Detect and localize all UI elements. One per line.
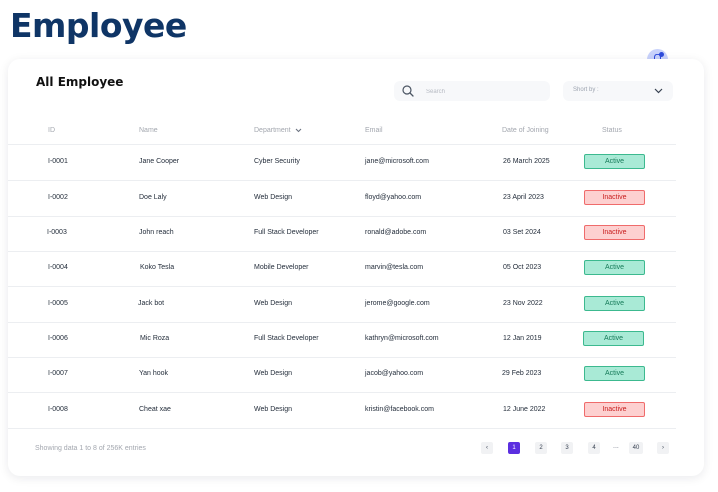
cell-department: Cyber Security [254,158,300,165]
status-badge: Active [584,260,645,275]
cell-name: John reach [139,229,174,236]
cell-id: I-0003 [47,229,67,236]
search-box[interactable] [394,81,550,101]
notification-dot [659,52,664,57]
next-page-button[interactable]: › [657,442,669,454]
cell-name: Jack bot [138,300,165,307]
cell-date: 05 Oct 2023 [503,264,542,271]
cell-email: ronald@adobe.com [365,229,427,236]
status-badge: Inactive [584,402,645,417]
cell-id: I-0002 [48,194,68,201]
page-last-button[interactable]: 40 [629,442,643,454]
table-row[interactable]: I-0001 Jane Cooper Cyber Security jane@m… [8,145,676,181]
cell-date: 29 Feb 2023 [502,370,542,377]
cell-name: Yan hook [139,370,169,377]
cell-id: I-0006 [48,335,68,342]
table-row[interactable]: I-0005 Jack bot Web Design jerome@google… [8,287,676,323]
cell-email: marvin@tesla.com [365,264,424,271]
column-header-date: Date of Joining [502,127,549,134]
sort-label: Short by : [573,87,599,93]
table-row[interactable]: I-0003 John reach Full Stack Developer r… [8,216,676,252]
cell-name: Doe Laly [139,194,167,201]
page-1-button[interactable]: 1 [508,442,520,454]
cell-id: I-0007 [48,370,68,377]
column-header-department[interactable]: Department [254,127,302,134]
column-header-email: Email [365,127,383,134]
cell-department: Full Stack Developer [254,335,319,342]
table-row[interactable]: I-0002 Doe Laly Web Design floyd@yahoo.c… [8,181,676,217]
cell-department: Web Design [254,406,293,413]
card-title: All Employee [36,75,124,89]
cell-date: 26 March 2025 [503,158,550,165]
cell-department: Mobile Developer [254,264,309,271]
page-3-button[interactable]: 3 [561,442,573,454]
page-4-button[interactable]: 4 [588,442,600,454]
status-badge: Inactive [584,225,645,240]
cell-department: Full Stack Developer [254,229,319,236]
cell-date: 03 Set 2024 [503,229,541,236]
status-badge: Active [584,366,645,381]
cell-id: I-0004 [48,264,68,271]
cell-email: jane@microsoft.com [365,158,429,165]
cell-name: Cheat xae [139,406,171,413]
cell-email: floyd@yahoo.com [365,194,422,201]
page-2-button[interactable]: 2 [535,442,547,454]
cell-date: 23 April 2023 [503,194,544,201]
cell-department: Web Design [254,300,293,307]
status-badge: Active [583,331,644,346]
cell-email: jacob@yahoo.com [365,370,424,377]
prev-page-button[interactable]: ‹ [481,442,493,454]
cell-name: Jane Cooper [139,158,180,165]
cell-name: Mic Roza [140,335,170,342]
cell-email: kristin@facebook.com [365,406,434,413]
status-badge: Inactive [584,190,645,205]
sort-arrow-icon [291,127,302,134]
cell-name: Koko Tesla [140,264,175,271]
page-title: Employee [10,6,187,45]
table-row[interactable]: I-0004 Koko Tesla Mobile Developer marvi… [8,251,676,287]
table-row[interactable]: I-0007 Yan hook Web Design jacob@yahoo.c… [8,357,676,393]
cell-date: 12 Jan 2019 [503,335,542,342]
column-header-status: Status [602,127,622,134]
employee-card: All Employee Short by : ID Name Departme… [8,59,704,476]
cell-email: kathryn@microsoft.com [365,335,439,342]
cell-date: 12 June 2022 [503,406,546,413]
table-row[interactable]: I-0006 Mic Roza Full Stack Developer kat… [8,322,676,358]
cell-id: I-0005 [48,300,68,307]
status-badge: Active [584,296,645,311]
cell-department: Web Design [254,370,293,377]
cell-date: 23 Nov 2022 [503,300,543,307]
status-badge: Active [584,154,645,169]
column-header-name: Name [139,127,158,134]
column-header-id: ID [48,127,55,134]
search-input[interactable] [424,83,546,101]
cell-department: Web Design [254,194,293,201]
column-header-department-label: Department [254,127,291,134]
cell-email: jerome@google.com [365,300,430,307]
cell-id: I-0001 [48,158,68,165]
cell-id: I-0008 [48,406,68,413]
pagination-ellipsis: ... [613,443,619,450]
table-row[interactable]: I-0008 Cheat xae Web Design kristin@face… [8,393,676,429]
sort-dropdown[interactable]: Short by : [563,81,673,101]
entries-info: Showing data 1 to 8 of 256K entries [35,445,146,452]
